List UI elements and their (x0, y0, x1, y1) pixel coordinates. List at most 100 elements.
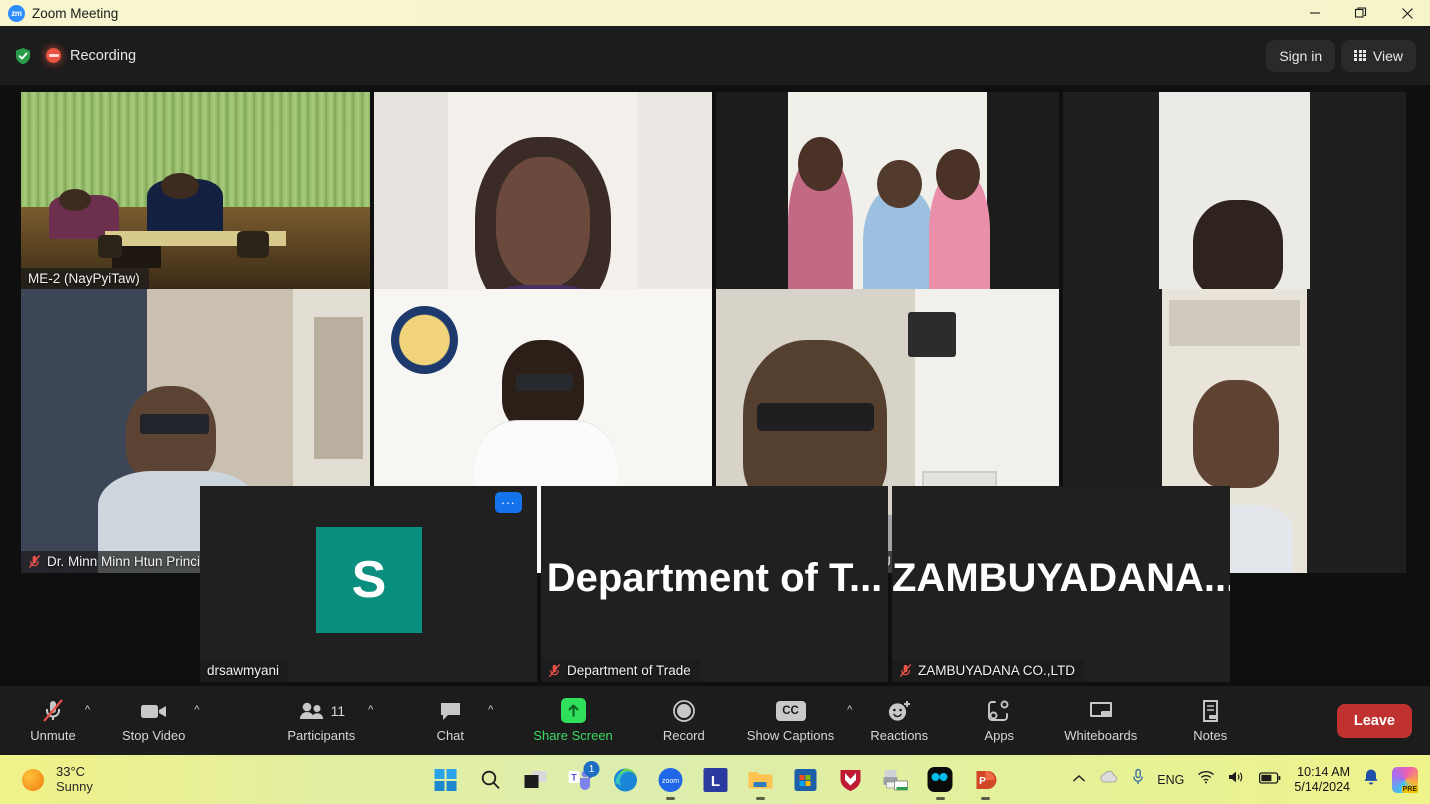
svg-text:T: T (571, 772, 577, 782)
participant-name-tag: ZAMBUYADANA CO.,LTD (892, 660, 1085, 682)
copilot-icon[interactable]: PRE (1392, 766, 1418, 793)
participants-label: Participants (287, 727, 356, 743)
microsoft-store[interactable] (790, 764, 821, 795)
unmute-button[interactable]: Unmute ^ (22, 690, 90, 752)
chevron-up-icon[interactable]: ^ (847, 704, 852, 716)
whiteboards-button[interactable]: Whiteboards (1064, 690, 1137, 752)
recording-indicator[interactable]: Recording (46, 48, 136, 64)
participant-display-name: ZAMBUYADANA... (892, 556, 1230, 600)
participant-name-tag: ME-2 (NayPyiTaw) (21, 268, 149, 290)
participant-display-name: Department of T... (546, 556, 883, 600)
window-title: Zoom Meeting (32, 5, 119, 21)
weather-widget[interactable]: 33°C Sunny (22, 763, 93, 795)
participant-name-tag: Department of Trade (541, 660, 700, 682)
window-title-bar: zm Zoom Meeting (0, 0, 1430, 26)
participant-name-tag: drsawmyani (200, 660, 289, 682)
language-indicator[interactable]: ENG (1157, 773, 1184, 787)
search-button[interactable] (475, 764, 506, 795)
participants-button[interactable]: 11 Participants ^ (287, 690, 373, 752)
running-indicator (665, 797, 675, 800)
running-indicator (935, 797, 945, 800)
windows-taskbar: 33°C Sunny T 1 zoom L P ENG 10:14 AM 5/1… (0, 755, 1430, 804)
weather-condition: Sunny (56, 778, 93, 794)
avatar-tile[interactable]: S ... drsawmyani (200, 486, 537, 682)
view-button[interactable]: View (1341, 39, 1416, 72)
video-camera-icon (139, 696, 169, 726)
svg-text:L: L (710, 773, 719, 790)
video-tile[interactable]: ME-2 (NayPyiTaw) (21, 92, 370, 290)
speaker-icon[interactable] (1228, 770, 1246, 789)
task-view-button[interactable] (520, 764, 551, 795)
restore-icon[interactable] (1338, 0, 1384, 26)
share-screen-button[interactable]: Share Screen (533, 690, 613, 752)
unmute-label: Unmute (30, 727, 76, 743)
view-label: View (1372, 47, 1403, 64)
taskbar-apps: T 1 zoom L P (430, 761, 1001, 800)
running-indicator (980, 797, 990, 800)
chevron-up-icon[interactable]: ^ (85, 704, 90, 716)
recording-dot-icon (46, 48, 61, 63)
reactions-icon (886, 696, 912, 726)
share-screen-icon (560, 696, 586, 726)
printer-app[interactable] (880, 764, 911, 795)
bell-icon[interactable] (1363, 768, 1379, 791)
encryption-shield-icon[interactable] (12, 45, 34, 67)
avatar: S (316, 527, 422, 633)
reactions-label: Reactions (870, 727, 929, 743)
microphone-icon[interactable] (1132, 768, 1144, 791)
show-captions-button[interactable]: CC Show Captions ^ (746, 690, 852, 752)
minimize-icon[interactable] (1292, 0, 1338, 26)
apps-button[interactable]: Apps (968, 690, 1030, 752)
name-tile[interactable]: Department of T... Department of Trade (541, 486, 888, 682)
edge-browser[interactable] (610, 764, 641, 795)
battery-icon[interactable] (1259, 771, 1281, 789)
stop-video-button[interactable]: Stop Video ^ (122, 690, 199, 752)
record-button[interactable]: Record (653, 690, 715, 752)
grid-icon (1354, 49, 1366, 62)
start-button[interactable] (430, 764, 461, 795)
chevron-up-icon[interactable] (1072, 771, 1086, 789)
chat-button[interactable]: Chat ^ (419, 690, 493, 752)
mic-muted-icon (548, 664, 561, 677)
teams-app[interactable]: T 1 (565, 761, 600, 795)
weather-temperature: 33°C (56, 763, 86, 779)
cloud-icon[interactable] (1099, 770, 1119, 789)
mic-muted-icon (899, 664, 912, 677)
clock[interactable]: 10:14 AM 5/14/2024 (1294, 765, 1350, 795)
line-app[interactable]: L (700, 764, 731, 795)
participant-name: ZAMBUYADANA CO.,LTD (918, 663, 1076, 678)
video-feed (21, 92, 370, 290)
clock-date: 5/14/2024 (1294, 779, 1350, 794)
copilot-badge: PRE (1401, 785, 1418, 793)
mic-muted-icon (28, 555, 41, 568)
participant-name: drsawmyani (207, 663, 280, 678)
show-captions-label: Show Captions (746, 727, 835, 743)
name-tile[interactable]: ZAMBUYADANA... ZAMBUYADANA CO.,LTD (892, 486, 1230, 682)
powerpoint-app[interactable]: P (970, 764, 1001, 800)
webex-app[interactable] (925, 764, 956, 800)
mcafee-app[interactable] (835, 764, 866, 795)
whiteboard-icon (1088, 696, 1114, 726)
tile-more-options-button[interactable]: ... (495, 492, 522, 513)
file-explorer[interactable] (745, 764, 776, 800)
close-icon[interactable] (1384, 0, 1430, 26)
closed-captions-icon: CC (775, 696, 806, 726)
header-actions: Sign in View (1266, 39, 1416, 72)
mic-muted-icon (40, 696, 66, 726)
meeting-header: Recording Sign in View (0, 26, 1430, 85)
chevron-up-icon[interactable]: ^ (194, 704, 199, 716)
chat-label: Chat (436, 727, 465, 743)
leave-button[interactable]: Leave (1336, 703, 1412, 738)
zoom-app[interactable]: zoom (655, 764, 686, 800)
svg-text:P: P (979, 776, 986, 787)
reactions-button[interactable]: Reactions (868, 690, 930, 752)
notes-button[interactable]: Notes (1179, 690, 1241, 752)
clock-time: 10:14 AM (1297, 764, 1350, 779)
chevron-up-icon[interactable]: ^ (368, 704, 373, 716)
participants-icon: 11 (298, 696, 345, 726)
sign-in-label: Sign in (1279, 47, 1323, 64)
wifi-icon[interactable] (1197, 770, 1215, 789)
participant-name: ME-2 (NayPyiTaw) (28, 271, 140, 286)
chevron-up-icon[interactable]: ^ (488, 704, 493, 716)
sign-in-button[interactable]: Sign in (1266, 39, 1336, 72)
